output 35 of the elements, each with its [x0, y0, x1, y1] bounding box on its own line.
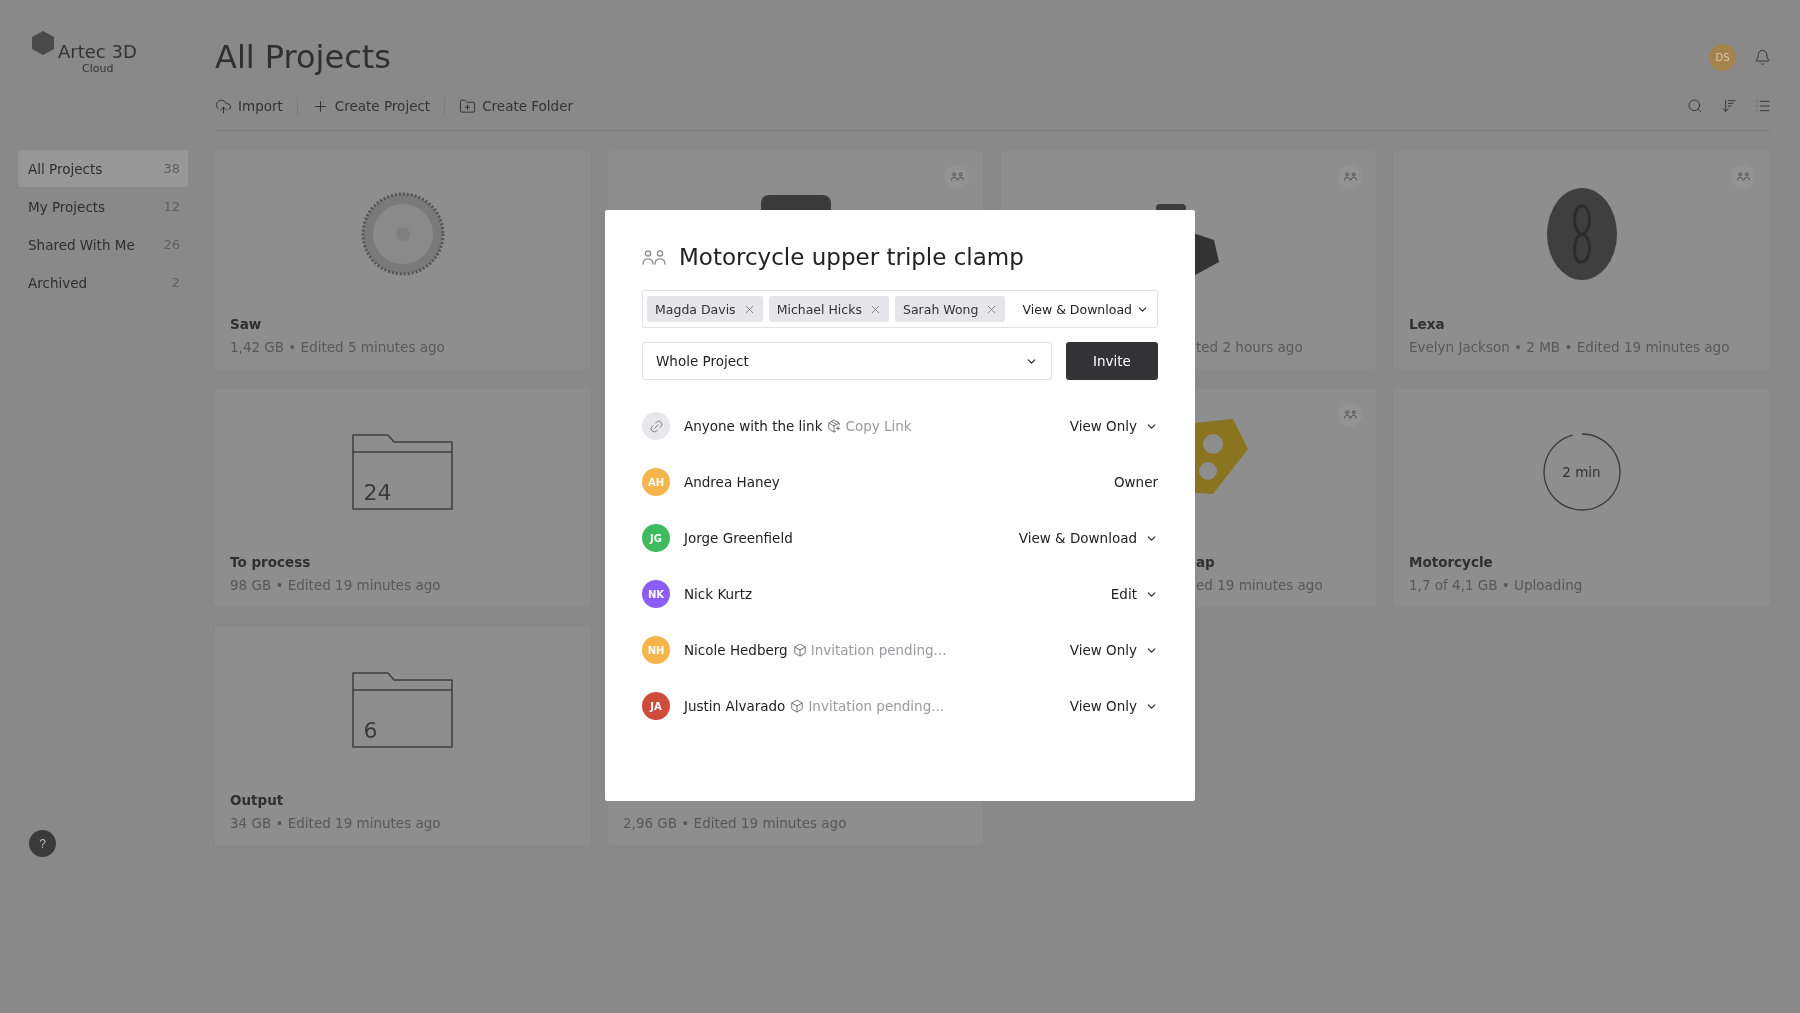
member-avatar: AH — [642, 468, 670, 496]
chip-label: Sarah Wong — [903, 301, 979, 317]
chip-label: Michael Hicks — [776, 301, 862, 317]
card-title: Motorcycle — [1409, 554, 1494, 570]
time-remaining: 2 min — [1562, 463, 1601, 480]
sidebar-label: All Projects — [28, 160, 103, 177]
card-title: Output — [230, 792, 285, 808]
member-name: Jorge Greenfield — [684, 530, 793, 546]
member-name: Andrea Haney — [684, 474, 780, 490]
card-title: Saw — [230, 316, 263, 332]
member-name: Nicole Hedberg — [684, 642, 788, 658]
logo-subtitle: Cloud — [82, 62, 115, 75]
folder-thumbnail: 24 — [351, 432, 454, 511]
member-role: Owner — [1113, 474, 1158, 490]
member-name: Anyone with the link — [684, 418, 823, 434]
member-avatar: JG — [642, 524, 670, 552]
logo-name: Artec 3D — [58, 41, 137, 62]
folder-thumbnail: 6 — [351, 670, 454, 749]
member-avatar: NH — [642, 636, 670, 664]
dialog-title: Motorcycle upper triple clamp — [679, 244, 1024, 270]
invitation-status: Invitation pending... — [810, 642, 947, 658]
page-title: All Projects — [215, 38, 391, 76]
sidebar-label: Shared With Me — [28, 236, 135, 253]
member-name: Justin Alvarado — [684, 698, 786, 714]
member-name: Nick Kurtz — [684, 586, 753, 602]
item-count: 38 — [163, 161, 180, 176]
chip-label: Magda Davis — [655, 301, 736, 317]
card-title: Lexa — [1409, 316, 1446, 332]
sidebar-label: My Projects — [28, 198, 106, 215]
sidebar-label: Archived — [28, 274, 88, 291]
member-avatar: NK — [642, 580, 670, 608]
invitation-status: Invitation pending... — [808, 698, 945, 714]
card-title: ap — [1195, 554, 1216, 570]
card-title: To process — [230, 554, 312, 570]
member-avatar: JA — [642, 692, 670, 720]
